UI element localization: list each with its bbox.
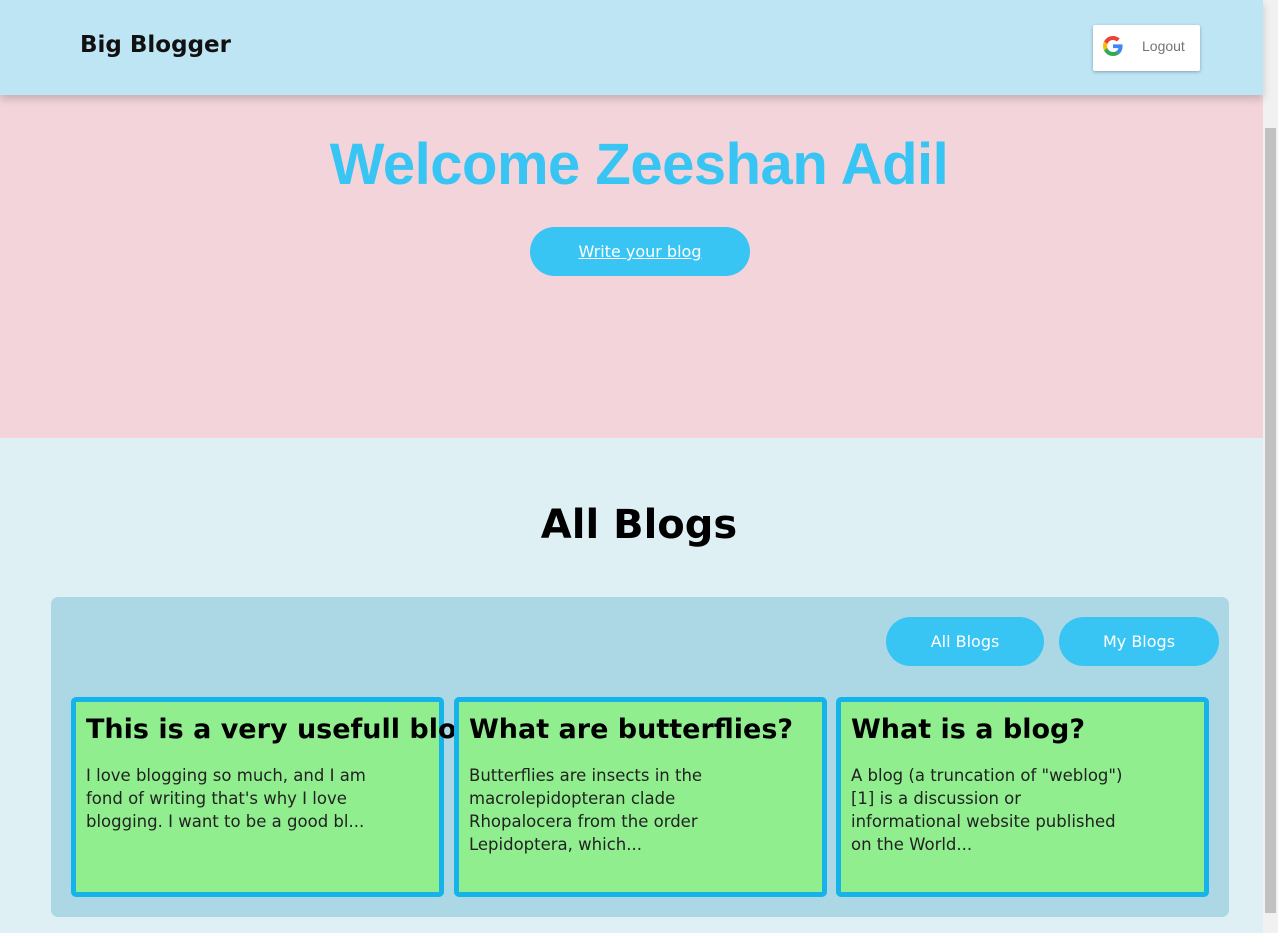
my-blogs-button[interactable]: My Blogs (1059, 617, 1219, 666)
all-blogs-heading: All Blogs (540, 502, 738, 548)
google-g-icon (1103, 36, 1123, 56)
all-blogs-button[interactable]: All Blogs (886, 617, 1044, 666)
write-blog-button[interactable]: Write your blog (530, 227, 750, 276)
logout-label: Logout (1142, 38, 1185, 54)
blog-card-excerpt: A blog (a truncation of "weblog")[1] is … (851, 766, 1123, 855)
blog-card[interactable]: What is a blog? A blog (a truncation of … (836, 697, 1209, 897)
vertical-scrollbar[interactable] (1263, 0, 1278, 933)
brand-logo[interactable]: Big Blogger (80, 32, 231, 58)
blog-card-title: What is a blog? (851, 714, 1085, 745)
blog-card-excerpt: Butterflies are insects in the macrolepi… (469, 766, 703, 855)
blog-card-excerpt: I love blogging so much, and I am fond o… (86, 766, 366, 832)
blog-card-title: What are butterflies? (469, 714, 794, 745)
welcome-heading: Welcome Zeeshan Adil (329, 132, 949, 197)
scrollbar-thumb[interactable] (1265, 128, 1276, 913)
blog-card[interactable]: This is a very usefull blog I love blogg… (71, 697, 476, 897)
navbar: Big Blogger Logout (0, 0, 1263, 95)
logout-button[interactable]: Logout (1093, 25, 1200, 71)
blogs-panel: All Blogs My Blogs This is a very useful… (51, 597, 1229, 917)
hero-section: Welcome Zeeshan Adil Write your blog (0, 95, 1263, 438)
blog-card[interactable]: What are butterflies? Butterflies are in… (454, 697, 827, 897)
blog-card-title: This is a very usefull blog (86, 714, 476, 745)
